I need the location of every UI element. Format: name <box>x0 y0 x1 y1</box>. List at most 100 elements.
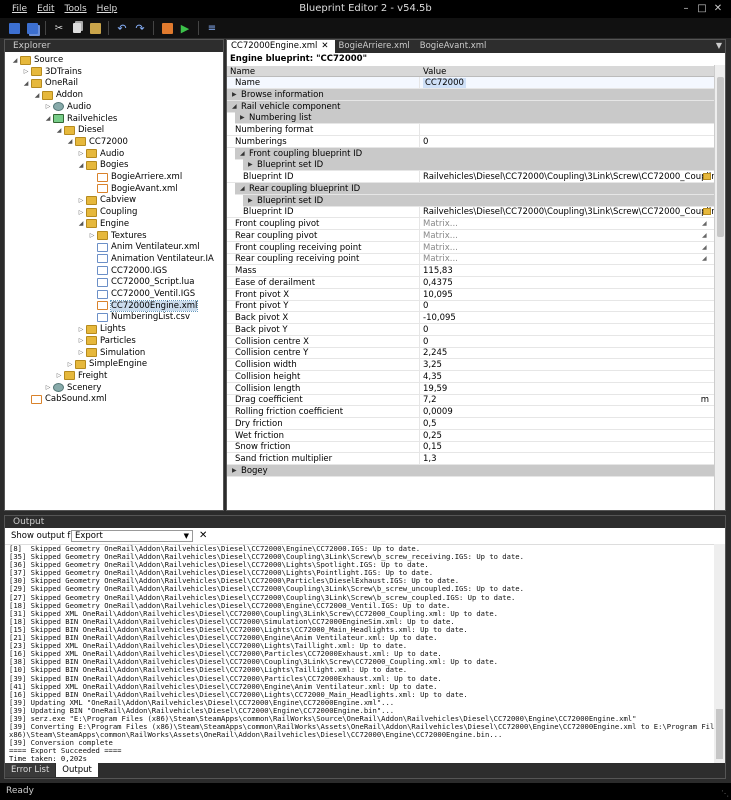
property-value[interactable]: Matrix... <box>423 231 458 241</box>
output-tab-error-list[interactable]: Error List <box>5 763 56 777</box>
tree-item[interactable]: ▷ Audio <box>44 101 91 113</box>
property-row[interactable]: Front coupling receiving point Matrix... ◢ <box>227 241 715 254</box>
property-row[interactable]: Sand friction multiplier 1,3 <box>227 453 715 465</box>
property-row[interactable]: Rolling friction coefficient 0,0009 <box>227 406 715 418</box>
property-value[interactable]: 0,4375 <box>423 278 453 288</box>
tree-item[interactable]: CC72000.IGS <box>88 265 167 277</box>
property-row[interactable]: Blueprint ID Railvehicles\Diesel\CC72000\… <box>227 206 715 219</box>
tree-item[interactable]: ◢ Addon <box>33 89 83 101</box>
expanded-arrow-icon[interactable]: ◢ <box>232 103 237 110</box>
browse-folder-icon[interactable] <box>703 208 711 216</box>
property-value[interactable]: Matrix... <box>423 254 458 264</box>
tree-item[interactable]: ◢ Railvehicles <box>44 113 118 125</box>
tab-dropdown-icon[interactable]: ▼ <box>716 41 722 50</box>
collapsed-arrow-icon[interactable]: ▷ <box>55 372 63 379</box>
property-row[interactable]: Back pivot Y 0 <box>227 323 715 336</box>
collapsed-arrow-icon[interactable]: ▷ <box>77 349 85 356</box>
property-value[interactable]: 19,59 <box>423 384 447 394</box>
scrollbar-thumb[interactable] <box>717 77 724 237</box>
expanded-arrow-icon[interactable]: ◢ <box>240 150 245 157</box>
expanded-arrow-icon[interactable]: ◢ <box>44 115 52 122</box>
property-value[interactable]: 2,245 <box>423 348 447 358</box>
tree-item[interactable]: ◢ Source <box>11 54 64 66</box>
maximize-icon[interactable]: □ <box>695 2 709 15</box>
property-value[interactable]: Railvehicles\Diesel\CC72000\Coupling\3Li… <box>423 207 715 217</box>
collapsed-arrow-icon[interactable]: ▷ <box>77 337 85 344</box>
expanded-arrow-icon[interactable]: ◢ <box>66 138 74 145</box>
property-row[interactable]: ▶ Blueprint set ID <box>243 159 715 172</box>
property-value[interactable]: 0 <box>423 301 428 311</box>
cut-icon[interactable]: ✂ <box>51 20 67 36</box>
property-value[interactable]: 7,2 <box>423 395 437 405</box>
close-tab-icon[interactable]: ✕ <box>321 41 328 51</box>
collapsed-arrow-icon[interactable]: ▶ <box>248 161 253 168</box>
output-log[interactable]: [8] Skipped Geometry OneRail\Addon\Railv… <box>5 544 714 763</box>
property-row[interactable]: ▶ Browse information <box>227 88 715 101</box>
edit-matrix-icon[interactable]: ◢ <box>702 232 709 239</box>
menu-help[interactable]: Help <box>97 4 118 18</box>
property-row[interactable]: Dry friction 0,5 <box>227 417 715 430</box>
collapsed-arrow-icon[interactable]: ▷ <box>77 326 85 333</box>
property-row[interactable]: ▶ Numbering list <box>235 112 715 125</box>
property-value[interactable]: 0 <box>423 325 428 335</box>
property-value[interactable]: 1,3 <box>423 454 437 464</box>
tree-item[interactable]: ▷ SimpleEngine <box>66 358 147 370</box>
property-row[interactable]: Rear coupling receiving point Matrix... ◢ <box>227 253 715 266</box>
tree-item[interactable]: Animation Ventilateur.IA <box>88 253 214 265</box>
property-value[interactable]: 10,095 <box>423 290 453 300</box>
tree-item[interactable]: ◢ CC72000 <box>66 136 128 148</box>
property-value[interactable]: 0 <box>423 337 428 347</box>
collapsed-arrow-icon[interactable]: ▶ <box>240 114 245 121</box>
property-row[interactable]: ▶ Bogey <box>227 464 715 477</box>
expanded-arrow-icon[interactable]: ◢ <box>22 80 30 87</box>
run-icon[interactable]: ▶ <box>177 20 193 36</box>
expanded-arrow-icon[interactable]: ◢ <box>55 127 63 134</box>
tree-item[interactable]: ◢ Bogies <box>77 159 129 171</box>
property-row[interactable]: Name CC72000 <box>227 77 715 89</box>
tree-item[interactable]: BogieArriere.xml <box>88 171 182 183</box>
property-value[interactable]: 0,15 <box>423 442 442 452</box>
property-row[interactable]: Back pivot X -10,095 <box>227 312 715 324</box>
property-value[interactable]: Matrix... <box>423 243 458 253</box>
tree-item[interactable]: ▷ Particles <box>77 335 136 347</box>
copy-icon[interactable] <box>69 20 85 36</box>
property-value[interactable]: CC72000 <box>423 78 466 88</box>
output-source-select[interactable]: Export ▼ <box>71 530 193 542</box>
expanded-arrow-icon[interactable]: ◢ <box>11 57 19 64</box>
output-tab-output[interactable]: Output <box>56 763 98 777</box>
export-icon[interactable] <box>159 20 175 36</box>
property-value[interactable]: 0 <box>423 137 428 147</box>
tree-item[interactable]: ◢ Engine <box>77 218 129 230</box>
collapsed-arrow-icon[interactable]: ▶ <box>232 91 237 98</box>
expanded-arrow-icon[interactable]: ◢ <box>77 220 85 227</box>
tree-item[interactable]: ▷ 3DTrains <box>22 66 82 78</box>
tree-item[interactable]: ▷ Coupling <box>77 206 138 218</box>
property-row[interactable]: Numberings 0 <box>227 135 715 148</box>
tree-item[interactable]: CC72000Engine.xml <box>88 299 199 312</box>
property-value[interactable]: 0,25 <box>423 431 442 441</box>
property-row[interactable]: ◢ Rear coupling blueprint ID <box>235 182 715 195</box>
resize-grip-icon[interactable]: ⋱ <box>721 789 729 798</box>
undo-icon[interactable]: ↶ <box>114 20 130 36</box>
property-row[interactable]: Mass 115,83 <box>227 265 715 277</box>
redo-icon[interactable]: ↷ <box>132 20 148 36</box>
editor-scrollbar[interactable] <box>714 65 725 510</box>
collapsed-arrow-icon[interactable]: ▷ <box>22 68 30 75</box>
collapsed-arrow-icon[interactable]: ▶ <box>248 197 253 204</box>
property-row[interactable]: ▶ Blueprint set ID <box>243 194 715 207</box>
editor-tab[interactable]: BogieArriere.xml <box>335 40 416 53</box>
property-value[interactable]: -10,095 <box>423 313 456 323</box>
expanded-arrow-icon[interactable]: ◢ <box>33 92 41 99</box>
clear-output-icon[interactable]: ✕ <box>199 530 207 541</box>
edit-matrix-icon[interactable]: ◢ <box>702 244 709 251</box>
browse-folder-icon[interactable] <box>703 173 711 180</box>
collapsed-arrow-icon[interactable]: ▷ <box>88 232 96 239</box>
property-row[interactable]: Collision length 19,59 <box>227 382 715 395</box>
property-row[interactable]: Rear coupling pivot Matrix... ◢ <box>227 229 715 242</box>
tree-item[interactable]: ◢ OneRail <box>22 77 78 89</box>
property-row[interactable]: Wet friction 0,25 <box>227 429 715 442</box>
property-row[interactable]: Collision centre X 0 <box>227 335 715 348</box>
collapsed-arrow-icon[interactable]: ▷ <box>77 197 85 204</box>
minimize-icon[interactable]: – <box>679 2 693 15</box>
property-value[interactable]: 0,0009 <box>423 407 453 417</box>
